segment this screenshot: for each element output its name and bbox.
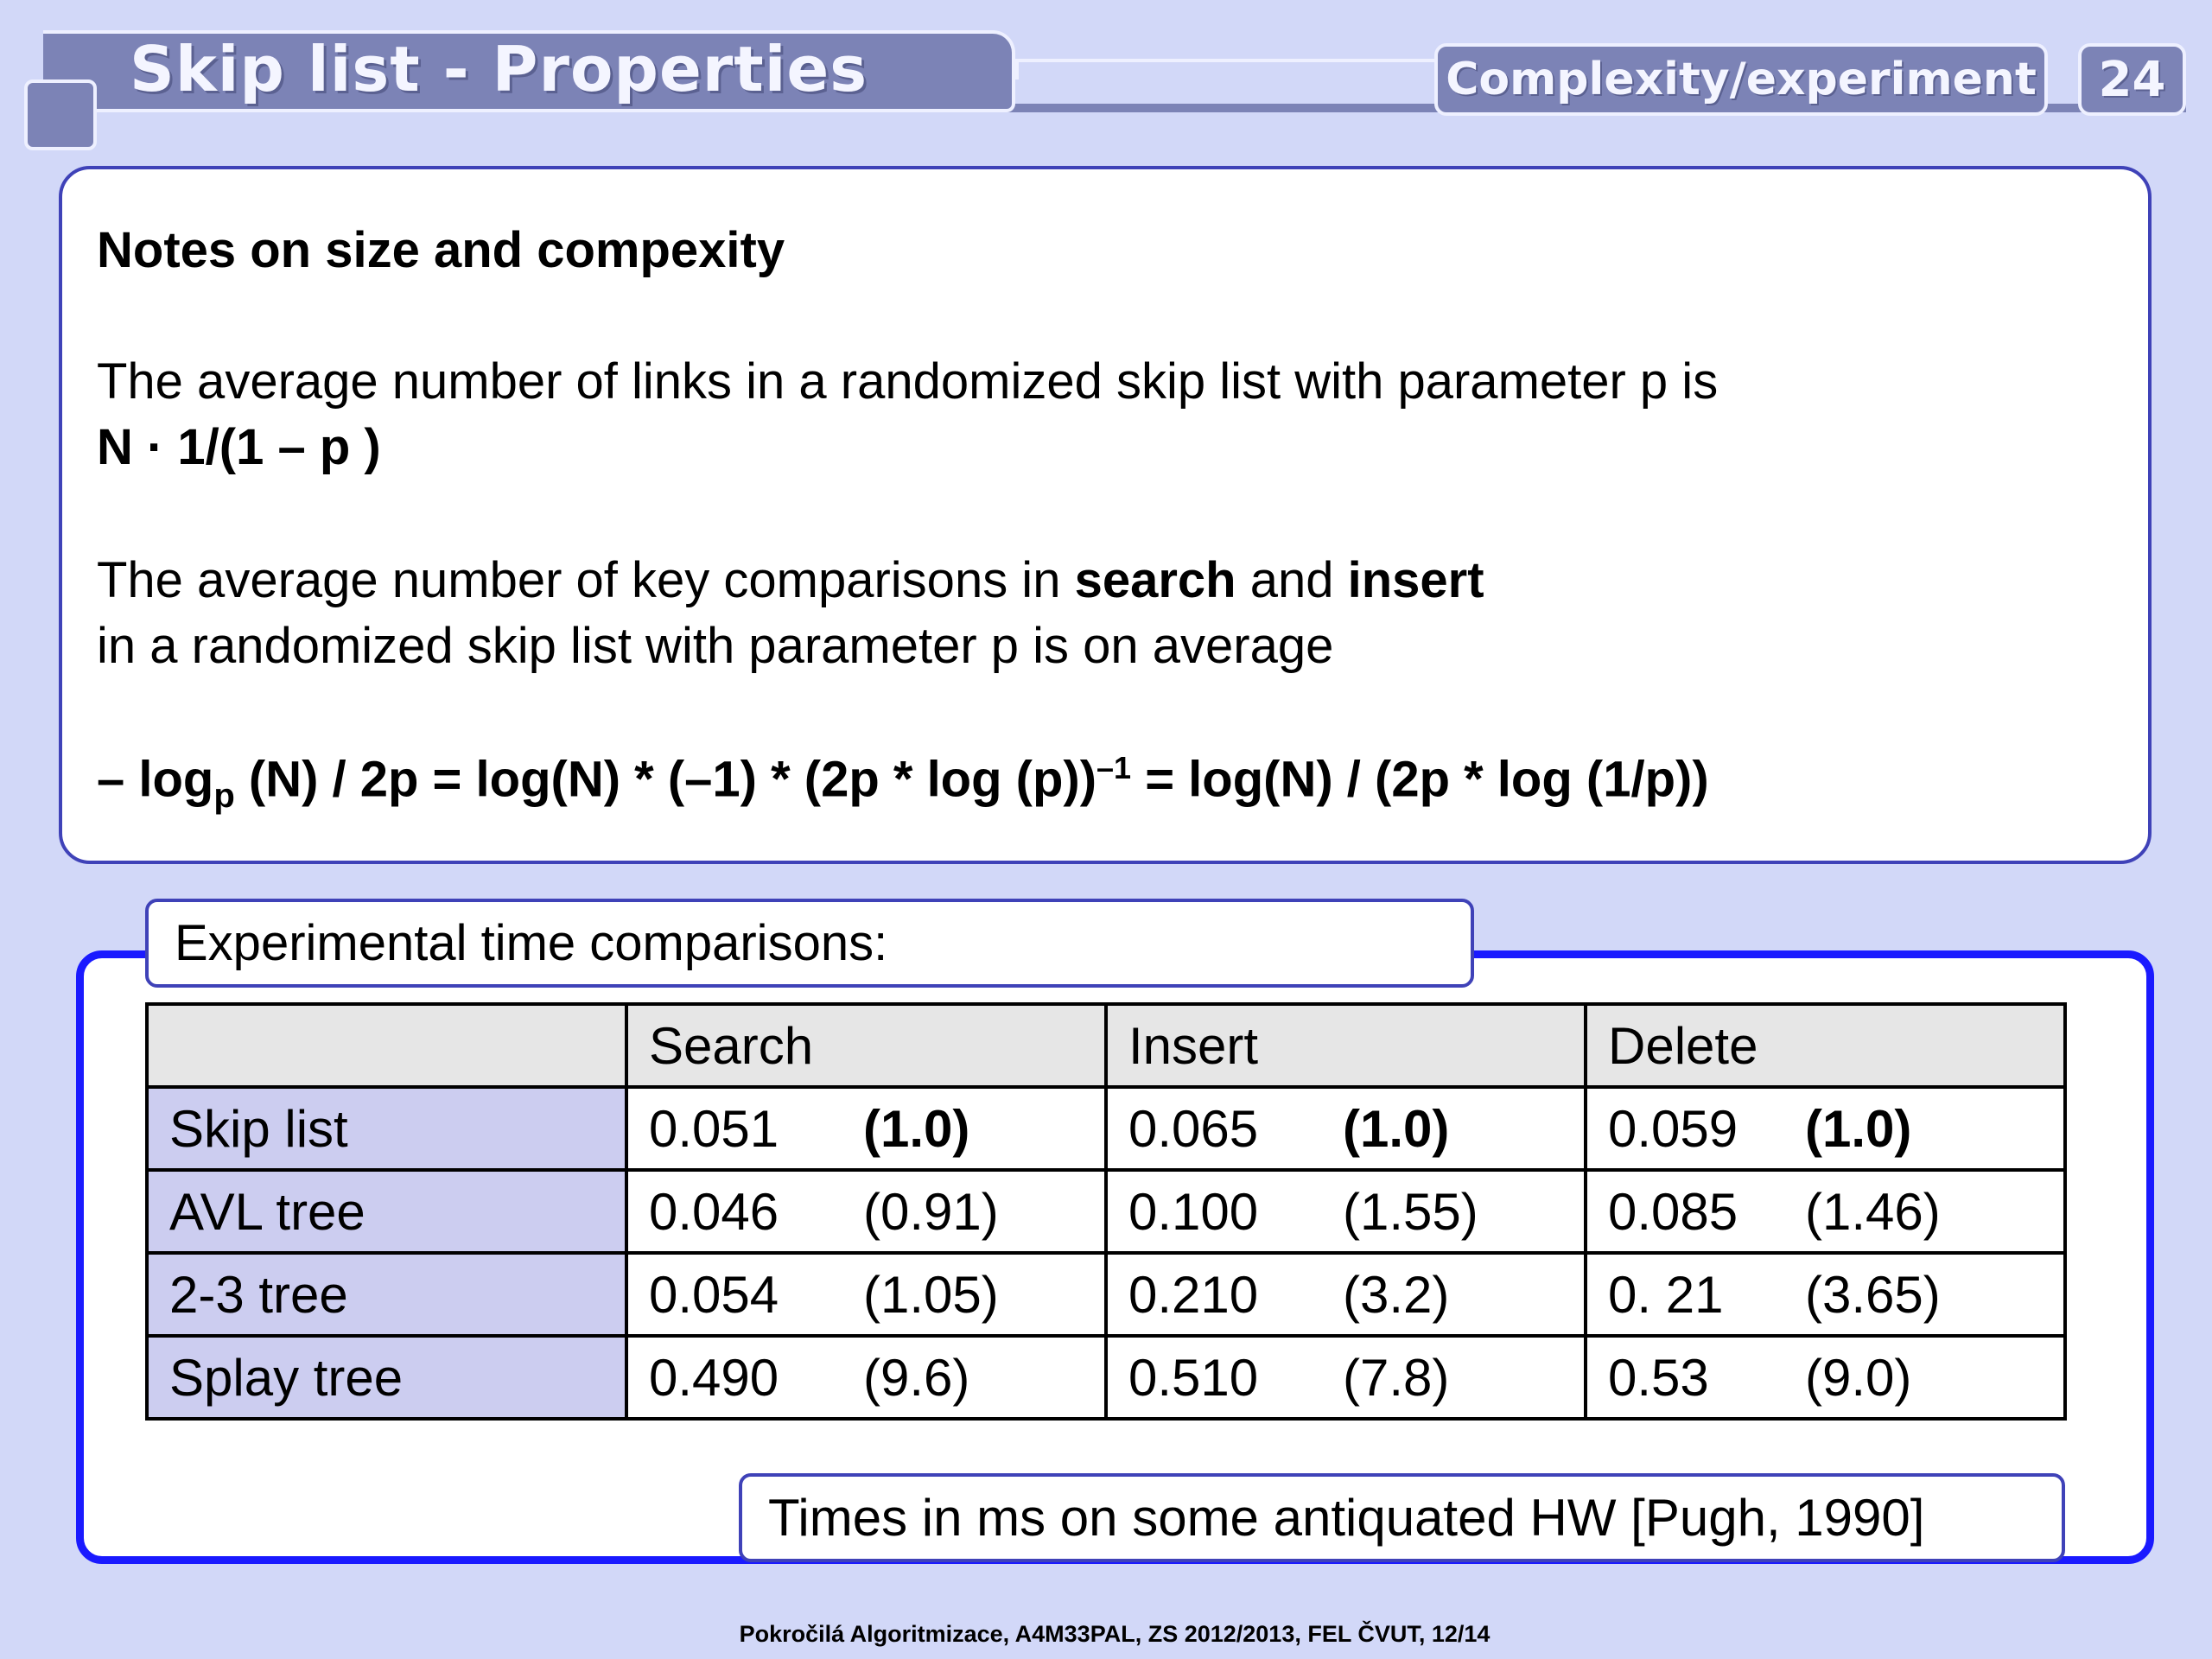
table-row: Splay tree 0.490 (9.6) 0.510 (7.8) 0.53 (9.…: [145, 1334, 2067, 1421]
ratio-value: (3.65): [1805, 1265, 1941, 1324]
time-value: 0.059: [1608, 1099, 1738, 1158]
time-value: 0.046: [649, 1182, 779, 1241]
ratio-value: (0.91): [863, 1182, 999, 1241]
time-value: 0.510: [1128, 1348, 1259, 1407]
table-cell: 0.059 (1.0): [1584, 1085, 2067, 1172]
experiment-label: Experimental time comparisons:: [145, 899, 1474, 988]
time-value: 0.100: [1128, 1182, 1259, 1241]
comparison-table: Search Insert Delete Skip list 0.051 (1.0…: [145, 1002, 2067, 1421]
table-cell: 0.046 (0.91): [625, 1168, 1108, 1255]
slide-footer: Pokročilá Algoritmizace, A4M33PAL, ZS 20…: [739, 1621, 1491, 1647]
table-cell: 0.054 (1.05): [625, 1251, 1108, 1338]
insert-keyword: insert: [1347, 552, 1484, 608]
ratio-value: (1.46): [1805, 1182, 1941, 1241]
links-text: The average number of links in a randomi…: [97, 353, 1719, 410]
table-cell: 0.53 (9.0): [1584, 1334, 2067, 1421]
comparisons-formula: – logp (N) / 2p = log(N) * (–1) * (2p * …: [97, 750, 1709, 816]
slide-title: Skip list - Properties: [130, 33, 868, 105]
links-formula: N · 1/(1 – p ): [97, 419, 381, 475]
table-cell: 0.100 (1.55): [1104, 1168, 1587, 1255]
ratio-value: (1.05): [863, 1265, 999, 1324]
row-header: Skip list: [145, 1085, 628, 1172]
formula-part3: = log(N) / (2p * log (1/p)): [1131, 751, 1709, 808]
page-number: 24: [2078, 43, 2186, 116]
header-divider-line: [1015, 59, 1447, 62]
table-cell: 0.210 (3.2): [1104, 1251, 1587, 1338]
ratio-value: (1.55): [1343, 1182, 1478, 1241]
ratio-value: (1.0): [1805, 1099, 1912, 1158]
table-row: Skip list 0.051 (1.0) 0.065 (1.0) 0.059 (1.…: [145, 1085, 2067, 1172]
time-value: 0. 21: [1608, 1265, 1724, 1324]
row-header: Splay tree: [145, 1334, 628, 1421]
time-value: 0.210: [1128, 1265, 1259, 1324]
row-header: AVL tree: [145, 1168, 628, 1255]
formula-subscript: p: [213, 776, 235, 815]
comparisons-text-a: The average number of key comparisons in: [97, 552, 1075, 608]
ratio-value: (3.2): [1343, 1265, 1450, 1324]
table-cell: 0. 21 (3.65): [1584, 1251, 2067, 1338]
column-header-delete: Delete: [1584, 1002, 2067, 1089]
table-cell: 0.490 (9.6): [625, 1334, 1108, 1421]
column-header-insert: Insert: [1104, 1002, 1587, 1089]
table-cell: 0.065 (1.0): [1104, 1085, 1587, 1172]
table-cell: 0.085 (1.46): [1584, 1168, 2067, 1255]
table-cell: 0.051 (1.0): [625, 1085, 1108, 1172]
formula-part1: – log: [97, 751, 214, 808]
comparisons-text-and: and: [1236, 552, 1348, 608]
formula-part2: (N) / 2p = log(N) * (–1) * (2p * log (p)…: [234, 751, 1097, 808]
header-divider-notch: [1015, 59, 1019, 79]
ratio-value: (1.0): [863, 1099, 970, 1158]
table-row: 2-3 tree 0.054 (1.05) 0.210 (3.2) 0. 21 (3.…: [145, 1251, 2067, 1338]
ratio-value: (9.6): [863, 1348, 970, 1407]
table-row: AVL tree 0.046 (0.91) 0.100 (1.55) 0.085 (1…: [145, 1168, 2067, 1255]
row-header: 2-3 tree: [145, 1251, 628, 1338]
footnote-box: Times in ms on some antiquated HW [Pugh,…: [739, 1473, 2065, 1562]
comparisons-text-line2: in a randomized skip list with parameter…: [97, 618, 1334, 674]
header-corner-square: [24, 79, 97, 150]
table-header-row: Search Insert Delete: [145, 1002, 2067, 1089]
time-value: 0.490: [649, 1348, 779, 1407]
comparisons-text-line1: The average number of key comparisons in…: [97, 551, 1484, 609]
ratio-value: (1.0): [1343, 1099, 1450, 1158]
table-corner-cell: [145, 1002, 628, 1089]
ratio-value: (9.0): [1805, 1348, 1912, 1407]
time-value: 0.53: [1608, 1348, 1709, 1407]
time-value: 0.054: [649, 1265, 779, 1324]
time-value: 0.051: [649, 1099, 779, 1158]
search-keyword: search: [1074, 552, 1236, 608]
formula-superscript: –1: [1096, 750, 1132, 785]
notes-panel: Notes on size and compexity The average …: [59, 166, 2152, 864]
ratio-value: (7.8): [1343, 1348, 1450, 1407]
time-value: 0.065: [1128, 1099, 1259, 1158]
section-label: Complexity/experiment: [1434, 43, 2048, 116]
table-cell: 0.510 (7.8): [1104, 1334, 1587, 1421]
notes-heading: Notes on size and compexity: [97, 222, 785, 278]
time-value: 0.085: [1608, 1182, 1738, 1241]
column-header-search: Search: [625, 1002, 1108, 1089]
